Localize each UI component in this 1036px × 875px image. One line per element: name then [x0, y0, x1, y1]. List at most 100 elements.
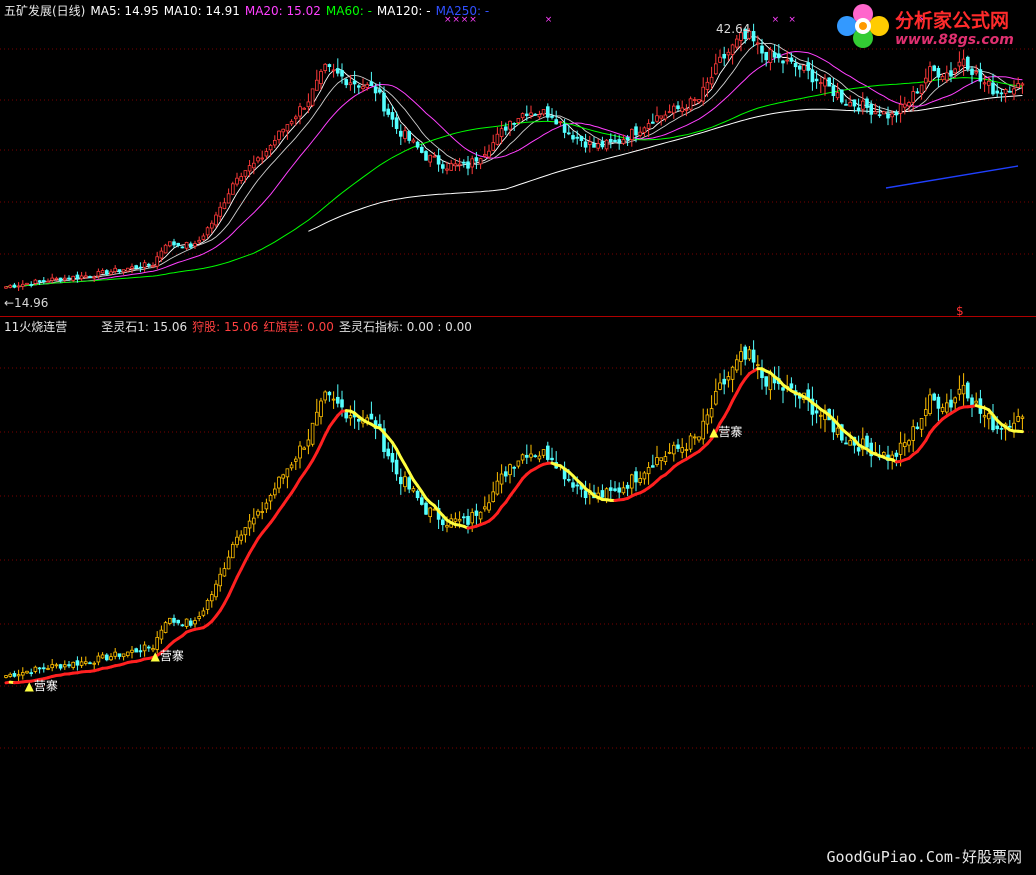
indicator-candle-body [571, 482, 575, 488]
price-candle-body [583, 141, 588, 148]
indicator-candle-body [672, 444, 676, 455]
price-candle-body [835, 92, 840, 99]
price-candle-body [861, 100, 865, 110]
price-candle-body [789, 57, 794, 62]
price-candle-body [348, 82, 353, 86]
price-candle-body [37, 280, 42, 283]
indicator-candle-body [600, 490, 605, 498]
price-candle-body [264, 151, 269, 157]
camp-signal-text: 营寨 [159, 649, 184, 663]
price-candle-body [588, 141, 592, 145]
price-candle-body [319, 70, 323, 85]
indicator-candle-body [663, 456, 668, 463]
indicator-candle-body [966, 382, 970, 399]
indicator-candle-body [970, 397, 974, 406]
price-candle-body [482, 154, 487, 157]
price-candle-body [609, 139, 613, 142]
price-candle-body [503, 126, 508, 131]
indicator-candle-body [928, 394, 932, 415]
price-candle-body [680, 107, 684, 112]
price-candle-body [335, 68, 340, 74]
indicator-candle-body [903, 442, 907, 447]
price-candle-body [810, 69, 815, 83]
cross-marker: × [788, 15, 796, 25]
price-candle-body [88, 276, 92, 279]
price-candle-body [33, 279, 38, 284]
indicator-candle-body [781, 387, 785, 391]
price-candle-body [953, 68, 957, 74]
indicator-candle-body [67, 664, 71, 667]
indicator-candle-body [987, 413, 991, 420]
price-candle-body [772, 52, 777, 58]
indicator-candle-body [331, 398, 336, 401]
price-candle-body [92, 276, 97, 279]
indicator-candle-body [214, 583, 218, 598]
indicator-candle-body [697, 436, 701, 441]
indicator-candle-body [109, 656, 113, 661]
indicator-candle-body [495, 480, 500, 495]
price-candle-body [693, 99, 697, 101]
camp-signal-text: 营寨 [718, 425, 743, 440]
indicator-candle-body [617, 487, 621, 493]
price-candle-body [230, 183, 235, 195]
indicator-candle-body [306, 439, 311, 447]
indicator-candle-body [356, 418, 361, 422]
indicator-candle-body [403, 476, 407, 488]
price-legend: 五矿发展(日线) MA5: 14.95 MA10: 14.91 MA20: 15.02… [4, 4, 494, 18]
indicator-candle-body [575, 484, 579, 487]
indicator-candle-body [424, 502, 428, 515]
brand-name: 分析家公式网 [895, 10, 1010, 32]
price-candle-body [575, 136, 579, 139]
price-candle-body [756, 42, 760, 45]
price-candle-body [79, 275, 84, 280]
price-candle-body [100, 270, 105, 274]
indicator-candle-body [609, 487, 613, 491]
indicator-candle-body [25, 670, 29, 674]
price-candle-body [172, 241, 176, 246]
price-candle-body [785, 59, 789, 62]
camp-signal-label: ▲营寨 [151, 649, 184, 663]
price-candle-body [113, 267, 118, 272]
indicator-candle-body [37, 667, 42, 670]
indicator-candle-body [739, 351, 743, 362]
price-candle-body [46, 280, 50, 283]
price-candle-body [436, 155, 441, 165]
indicator-candle-body [172, 617, 176, 623]
cross-marker: × [772, 15, 780, 25]
indicator-candle-body [516, 460, 521, 467]
price-candle-body [440, 164, 445, 169]
indicator-candle-body [688, 435, 693, 450]
price-candle-body [256, 157, 260, 162]
indicator-candle-body [814, 410, 819, 414]
price-candle-body [814, 78, 819, 82]
price-candle-body [621, 139, 626, 144]
price-candle-body [684, 109, 689, 111]
price-candle-body [625, 137, 630, 141]
indicator-panel [4, 340, 1025, 685]
indicator-candle-body [71, 661, 76, 668]
indicator-candle-body [260, 511, 264, 513]
price-candle-body [672, 105, 676, 114]
indicator-candle-body [613, 488, 617, 491]
price-candle-body [718, 56, 722, 63]
indicator-candle-body [819, 414, 823, 417]
indicator-candle-body [604, 488, 609, 501]
indicator-candle-body [491, 491, 495, 502]
price-candle-body [806, 62, 810, 71]
indicator-candle-body [96, 655, 101, 663]
indicator-candle-body [113, 651, 118, 657]
price-candle-body [369, 81, 374, 86]
indicator-candle-body [638, 478, 642, 483]
price-candle-body [936, 68, 941, 78]
price-candle-body [848, 101, 852, 107]
price-candle-body [247, 165, 252, 172]
indicator-candle-body [180, 624, 185, 627]
price-candle-body [163, 244, 168, 254]
price-candle-body [84, 275, 88, 278]
low-price-label: ←14.96 [4, 296, 49, 310]
price-candle-body [310, 88, 315, 106]
indicator-candle-body [487, 502, 491, 511]
price-candle-body [890, 113, 894, 118]
price-candle-body [188, 243, 193, 248]
price-candle-body [827, 77, 831, 87]
